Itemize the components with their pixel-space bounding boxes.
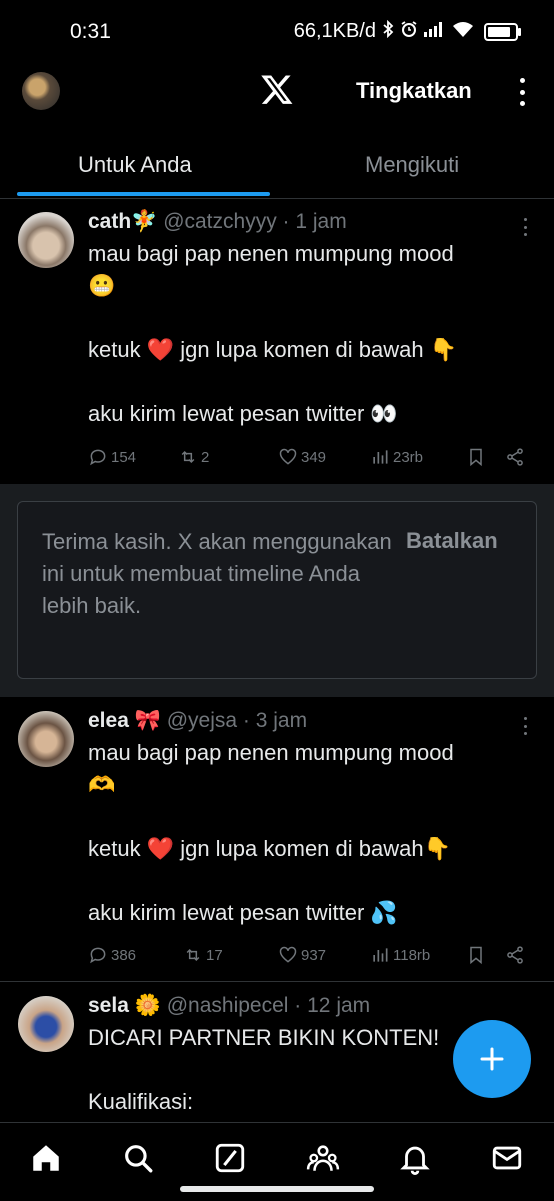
repost-icon — [181, 450, 195, 464]
post-text: mau bagi pap nenen mumpung mood 🫶 ketuk … — [88, 740, 454, 925]
tab-for-you[interactable]: Untuk Anda — [78, 152, 192, 178]
views-icon — [373, 450, 388, 464]
author-avatar[interactable] — [18, 996, 74, 1052]
views-icon — [373, 948, 388, 962]
status-time: 0:31 — [70, 20, 111, 43]
feedback-message: Terima kasih. X akan menggunakan ini unt… — [42, 529, 392, 618]
post-time: · 12 jam — [294, 994, 371, 1017]
x-logo-icon — [260, 72, 294, 106]
battery-icon — [484, 22, 521, 41]
bookmark-button[interactable] — [466, 945, 486, 965]
status-bar: 0:31 66,1KB/d — [0, 0, 554, 64]
post-more-icon[interactable] — [522, 717, 528, 735]
upgrade-button[interactable]: Tingkatkan — [356, 78, 472, 104]
reply-button[interactable]: 154 — [88, 447, 136, 467]
bluetooth-icon — [382, 19, 394, 43]
compose-button[interactable] — [453, 1020, 531, 1098]
reply-icon — [90, 449, 106, 466]
bookmark-button[interactable] — [466, 447, 486, 467]
home-icon[interactable] — [29, 1141, 63, 1175]
share-button[interactable] — [505, 945, 525, 965]
share-icon — [507, 946, 523, 964]
network-speed: 66,1KB/d — [293, 20, 376, 42]
heart-icon — [279, 448, 297, 465]
author-emoji: 🎀 — [134, 709, 161, 732]
messages-icon[interactable] — [490, 1141, 524, 1175]
post-time: · 1 jam — [282, 210, 347, 233]
home-indicator[interactable] — [180, 1186, 374, 1192]
repost-button[interactable]: 2 — [178, 447, 209, 467]
notifications-icon[interactable] — [398, 1141, 432, 1175]
author-handle[interactable]: @yejsa — [167, 709, 237, 732]
author-avatar[interactable] — [18, 711, 74, 767]
wifi-icon — [452, 21, 474, 42]
post-text: mau bagi pap nenen mumpung mood 😬 ketuk … — [88, 241, 458, 426]
author-handle[interactable]: @nashipecel — [167, 994, 289, 1017]
post-time: · 3 jam — [242, 709, 308, 732]
bookmark-icon — [470, 946, 482, 965]
author-name[interactable]: cath — [88, 210, 131, 233]
search-icon[interactable] — [121, 1141, 155, 1175]
top-bar: Tingkatkan — [0, 64, 554, 120]
reply-button[interactable]: 386 — [88, 945, 136, 965]
tab-following[interactable]: Mengikuti — [365, 152, 459, 178]
share-icon — [507, 448, 523, 466]
alarm-icon — [400, 20, 418, 43]
bookmark-icon — [470, 448, 482, 467]
author-name[interactable]: sela — [88, 994, 129, 1017]
views-button[interactable]: 118rb — [370, 945, 430, 965]
post[interactable]: elea 🎀 @yejsa · 3 jam mau bagi pap nenen… — [0, 697, 554, 981]
repost-icon — [186, 948, 200, 962]
communities-icon[interactable] — [306, 1141, 340, 1175]
more-options-icon[interactable] — [516, 78, 528, 106]
author-emoji: 🧚 — [131, 210, 158, 233]
timeline-tabs: Untuk Anda Mengikuti — [0, 130, 554, 199]
views-button[interactable]: 23rb — [370, 447, 423, 467]
post-more-icon[interactable] — [522, 218, 528, 236]
author-handle[interactable]: @catzchyyy — [163, 210, 277, 233]
share-button[interactable] — [505, 447, 525, 467]
like-button[interactable]: 349 — [278, 447, 326, 467]
signal-icon — [424, 21, 446, 42]
post-actions: 154 2 349 23rb — [88, 447, 538, 471]
author-avatar[interactable] — [18, 212, 74, 268]
post-actions: 386 17 937 118rb — [88, 945, 538, 969]
repost-button[interactable]: 17 — [183, 945, 223, 965]
author-name[interactable]: elea — [88, 709, 129, 732]
author-emoji: 🌼 — [134, 994, 161, 1017]
reply-icon — [90, 947, 106, 964]
plus-icon — [480, 1047, 504, 1071]
active-tab-indicator — [17, 192, 270, 196]
undo-button[interactable]: Batalkan — [406, 528, 498, 554]
feedback-card: Terima kasih. X akan menggunakan ini unt… — [17, 501, 537, 679]
profile-avatar[interactable] — [22, 72, 60, 110]
heart-icon — [279, 946, 297, 963]
like-button[interactable]: 937 — [278, 945, 326, 965]
grok-icon[interactable] — [213, 1141, 247, 1175]
feedback-notice: Terima kasih. X akan menggunakan ini unt… — [0, 484, 554, 697]
post[interactable]: cath🧚 @catzchyyy · 1 jam mau bagi pap ne… — [0, 198, 554, 484]
